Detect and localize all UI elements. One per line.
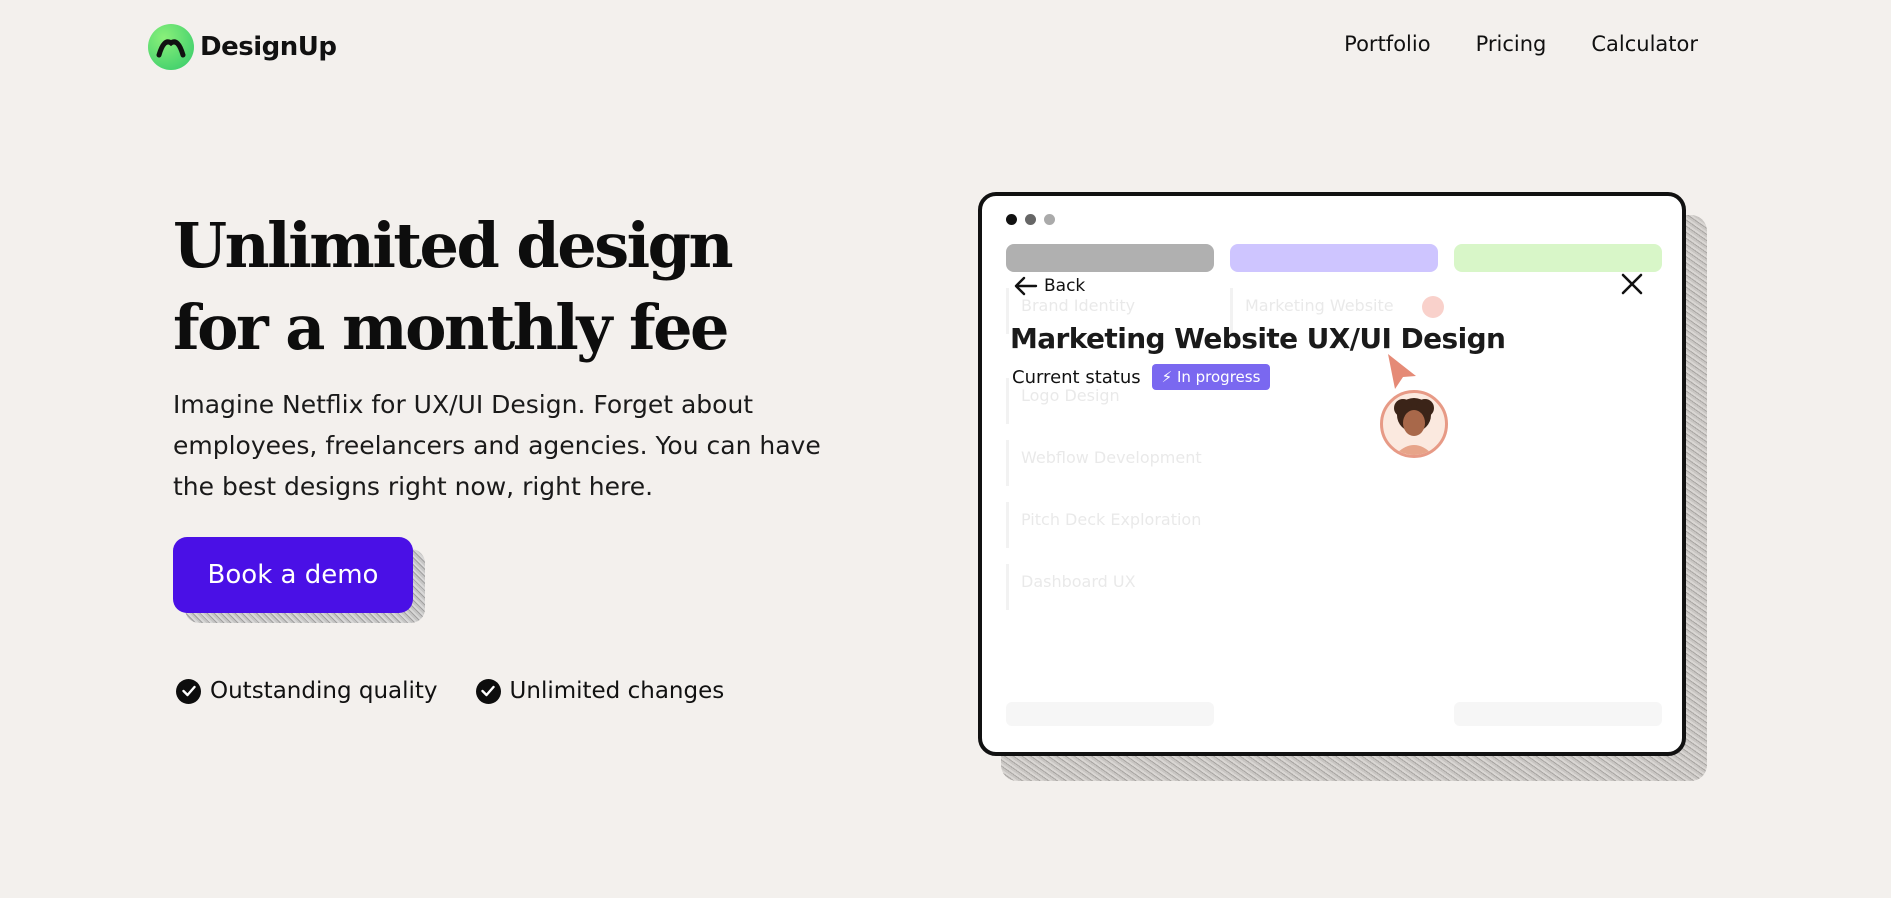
status-row: Current status ⚡ In progress (1012, 364, 1271, 390)
nav-portfolio-link[interactable]: Portfolio (1344, 32, 1430, 56)
check-circle-icon (475, 678, 501, 704)
product-mockup: Brand Identity Logo Design Webflow Devel… (978, 192, 1686, 756)
back-button[interactable]: Back (1014, 276, 1085, 296)
pointer-cursor-icon (1388, 354, 1416, 389)
avatar (1380, 390, 1448, 458)
hero-subtitle: Imagine Netflix for UX/UI Design. Forget… (173, 390, 821, 501)
status-badge: ⚡ In progress (1151, 364, 1271, 390)
hero-title-line-2: for a monthly fee (173, 291, 730, 364)
feature-label: Outstanding quality (210, 678, 438, 704)
feature-item: Outstanding quality (176, 678, 438, 704)
back-label: Back (1044, 276, 1086, 296)
task-title: Marketing Website UX/UI Design (1010, 322, 1506, 355)
nav-pricing-link[interactable]: Pricing (1476, 32, 1547, 56)
task-detail-panel: Back Marketing Website UX/UI Design Curr… (982, 196, 1682, 752)
feature-list: Outstanding quality Unlimited changes (176, 678, 724, 704)
check-circle-icon (176, 678, 201, 704)
main-nav: Portfolio Pricing Calculator (1344, 32, 1698, 56)
arrow-left-icon (1014, 276, 1038, 296)
feature-item: Unlimited changes (475, 678, 725, 704)
logo[interactable]: DesignUp (148, 24, 337, 70)
nav-calculator-link[interactable]: Calculator (1591, 32, 1698, 56)
status-label: Current status (1012, 366, 1141, 388)
brand-name: DesignUp (200, 32, 337, 62)
hero-title-line-1: Unlimited design (173, 209, 734, 282)
feature-label: Unlimited changes (509, 678, 725, 704)
cta-container: Book a demo (173, 537, 425, 623)
book-demo-button[interactable]: Book a demo (173, 537, 413, 613)
hero-title: Unlimited design for a monthly fee (173, 205, 793, 369)
close-icon[interactable] (1620, 272, 1644, 300)
designup-logo-icon (148, 24, 194, 70)
